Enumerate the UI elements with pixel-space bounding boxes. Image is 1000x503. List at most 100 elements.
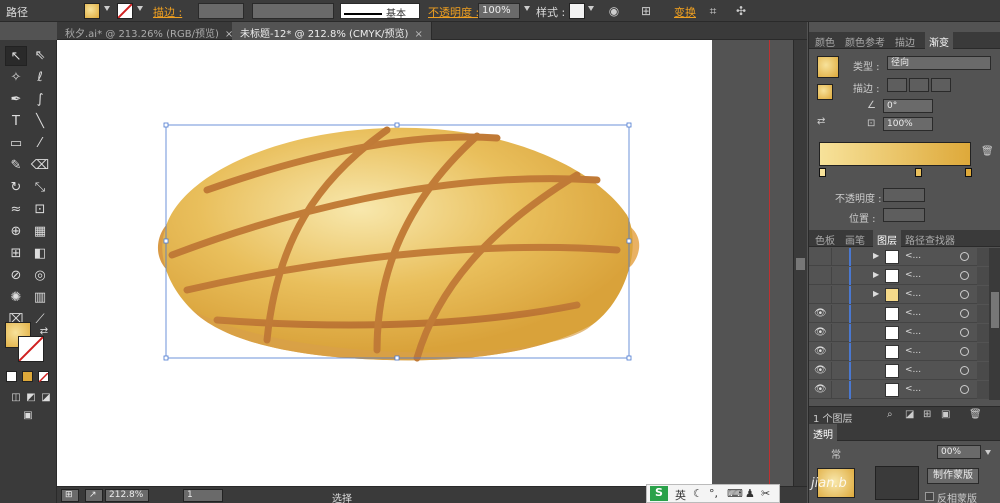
delete-layer-icon[interactable]: 🗑 bbox=[969, 409, 982, 420]
draw-inside-icon[interactable]: ◪ bbox=[35, 388, 57, 408]
opacity-field[interactable]: 100% bbox=[478, 3, 520, 19]
target-icon[interactable] bbox=[960, 271, 969, 280]
export-icon[interactable]: ↗ bbox=[85, 489, 103, 502]
recolor-icon[interactable]: ◉ bbox=[606, 4, 622, 18]
layer-row[interactable]: 👁 <... bbox=[809, 381, 989, 399]
tab-transparency[interactable]: 透明 bbox=[809, 424, 837, 441]
ime-language[interactable]: 英 bbox=[675, 487, 686, 503]
graphic-style-swatch[interactable] bbox=[569, 3, 585, 19]
ime-logo-icon[interactable]: S bbox=[650, 486, 668, 501]
new-layer-icon[interactable]: ▣ bbox=[941, 409, 950, 420]
artwork[interactable] bbox=[57, 40, 712, 486]
opacity-dropdown-icon[interactable] bbox=[985, 450, 991, 455]
pen-tool-icon[interactable]: ✒ bbox=[5, 90, 27, 110]
tab-color[interactable]: 颜色 bbox=[815, 34, 835, 49]
zoom-field[interactable]: 212.8% bbox=[105, 489, 149, 502]
stroke-dropdown-icon[interactable] bbox=[137, 6, 143, 11]
stroke-gradient-btn-1[interactable] bbox=[887, 78, 907, 92]
stroke-gradient-btn-2[interactable] bbox=[909, 78, 929, 92]
column-graph-tool-icon[interactable]: ▥ bbox=[29, 288, 51, 308]
fill-stroke-indicator[interactable] bbox=[817, 84, 833, 100]
tab-swatches[interactable]: 色板 bbox=[815, 232, 835, 247]
eye-icon[interactable]: 👁 bbox=[814, 346, 828, 358]
target-icon[interactable] bbox=[960, 385, 969, 394]
opacity-dropdown-icon[interactable] bbox=[524, 6, 530, 11]
layer-row[interactable]: 👁 <... bbox=[809, 305, 989, 323]
gradient-mode-icon[interactable] bbox=[22, 371, 33, 382]
tab-stroke[interactable]: 描边 bbox=[895, 34, 915, 49]
tab-gradient[interactable]: 渐变 bbox=[925, 32, 953, 49]
delete-stop-icon[interactable]: 🗑 bbox=[981, 146, 994, 157]
layer-row[interactable]: ▶ <... bbox=[809, 248, 989, 266]
layers-scrollbar[interactable] bbox=[989, 248, 1000, 400]
target-icon[interactable] bbox=[960, 347, 969, 356]
fill-swatch[interactable] bbox=[84, 3, 100, 19]
tab-document-2[interactable]: 未标题-12* @ 212.8% (CMYK/预览) × bbox=[232, 22, 432, 40]
stop-location-field[interactable] bbox=[883, 208, 925, 222]
status-menu-icon[interactable]: ⊞ bbox=[61, 489, 79, 502]
scrollbar-thumb[interactable] bbox=[796, 258, 805, 270]
reverse-gradient-icon[interactable]: ⇄ bbox=[817, 116, 825, 127]
locate-object-icon[interactable]: ⌕ bbox=[887, 409, 893, 420]
eye-icon[interactable]: 👁 bbox=[814, 365, 828, 377]
stroke-weight-label[interactable]: 描边 : bbox=[153, 4, 182, 20]
screen-mode-icon[interactable]: ▣ bbox=[17, 406, 39, 426]
ime-keyboard-icon[interactable]: ⌨ bbox=[727, 487, 743, 500]
rectangle-tool-icon[interactable]: ▭ bbox=[5, 134, 27, 154]
shape-builder-tool-icon[interactable]: ⊕ bbox=[5, 222, 27, 242]
gradient-slider[interactable] bbox=[819, 142, 971, 166]
none-mode-icon[interactable] bbox=[38, 371, 49, 383]
layer-row[interactable]: ▶ <... bbox=[809, 267, 989, 285]
eraser-tool-icon[interactable]: ⌫ bbox=[29, 156, 51, 176]
gradient-type-select[interactable]: 径向 bbox=[887, 56, 991, 70]
gradient-stop-middle[interactable] bbox=[915, 168, 922, 177]
variable-width-field[interactable] bbox=[252, 3, 334, 19]
target-icon[interactable] bbox=[960, 252, 969, 261]
swap-colors-icon[interactable]: ⇄ bbox=[33, 322, 55, 342]
width-tool-icon[interactable]: ≈ bbox=[5, 200, 27, 220]
tab-document-1[interactable]: 秋夕.ai* @ 213.26% (RGB/预览) × bbox=[57, 22, 243, 40]
gradient-preview[interactable] bbox=[817, 56, 839, 78]
transparency-opacity-field[interactable]: 00% bbox=[937, 445, 981, 459]
layer-row[interactable]: 👁 <... bbox=[809, 343, 989, 361]
ime-moon-icon[interactable]: ☾ bbox=[693, 487, 703, 500]
rotate-tool-icon[interactable]: ↻ bbox=[5, 178, 27, 198]
pencil-tool-icon[interactable]: ✎ bbox=[5, 156, 27, 176]
tab-brushes[interactable]: 画笔 bbox=[845, 232, 865, 247]
target-icon[interactable] bbox=[960, 309, 969, 318]
eye-icon[interactable]: 👁 bbox=[814, 308, 828, 320]
perspective-grid-tool-icon[interactable]: ▦ bbox=[29, 222, 51, 242]
make-clipping-mask-icon[interactable]: ◪ bbox=[905, 409, 914, 420]
mask-thumbnail[interactable] bbox=[875, 466, 919, 500]
arrange-icon[interactable]: ✣ bbox=[733, 4, 749, 18]
tab-color-guide[interactable]: 颜色参考 bbox=[845, 34, 885, 49]
align-icon[interactable]: ⊞ bbox=[638, 4, 654, 18]
stroke-weight-field[interactable] bbox=[198, 3, 244, 19]
gradient-tool-icon[interactable]: ◧ bbox=[29, 244, 51, 264]
target-icon[interactable] bbox=[960, 366, 969, 375]
transform-label[interactable]: 变换 bbox=[674, 4, 696, 20]
lasso-tool-icon[interactable]: ℓ bbox=[29, 68, 51, 88]
type-tool-icon[interactable]: T bbox=[5, 112, 27, 132]
layer-row[interactable]: 👁 <... bbox=[809, 362, 989, 380]
stroke-swatch[interactable] bbox=[117, 3, 133, 19]
artboard[interactable] bbox=[57, 40, 712, 486]
gradient-stop-start[interactable] bbox=[819, 168, 826, 177]
target-icon[interactable] bbox=[960, 290, 969, 299]
color-mode-icon[interactable] bbox=[6, 371, 17, 382]
isolate-icon[interactable]: ⌗ bbox=[705, 4, 721, 18]
style-dropdown-icon[interactable] bbox=[588, 6, 594, 11]
eyedropper-tool-icon[interactable]: ⊘ bbox=[5, 266, 27, 286]
symbol-sprayer-tool-icon[interactable]: ✺ bbox=[5, 288, 27, 308]
line-tool-icon[interactable]: ╲ bbox=[29, 112, 51, 132]
magic-wand-tool-icon[interactable]: ✧ bbox=[5, 68, 27, 88]
layer-row[interactable]: 👁 <... bbox=[809, 324, 989, 342]
curvature-tool-icon[interactable]: ∫ bbox=[29, 90, 51, 110]
paintbrush-tool-icon[interactable]: ⁄ bbox=[29, 134, 51, 154]
invert-mask-checkbox[interactable] bbox=[925, 492, 934, 501]
ime-person-icon[interactable]: ♟ bbox=[745, 487, 755, 500]
blend-tool-icon[interactable]: ◎ bbox=[29, 266, 51, 286]
angle-field[interactable]: 0° bbox=[883, 99, 933, 113]
opacity-label[interactable]: 不透明度 : bbox=[428, 4, 479, 20]
direct-selection-tool-icon[interactable]: ⇖ bbox=[29, 46, 51, 66]
